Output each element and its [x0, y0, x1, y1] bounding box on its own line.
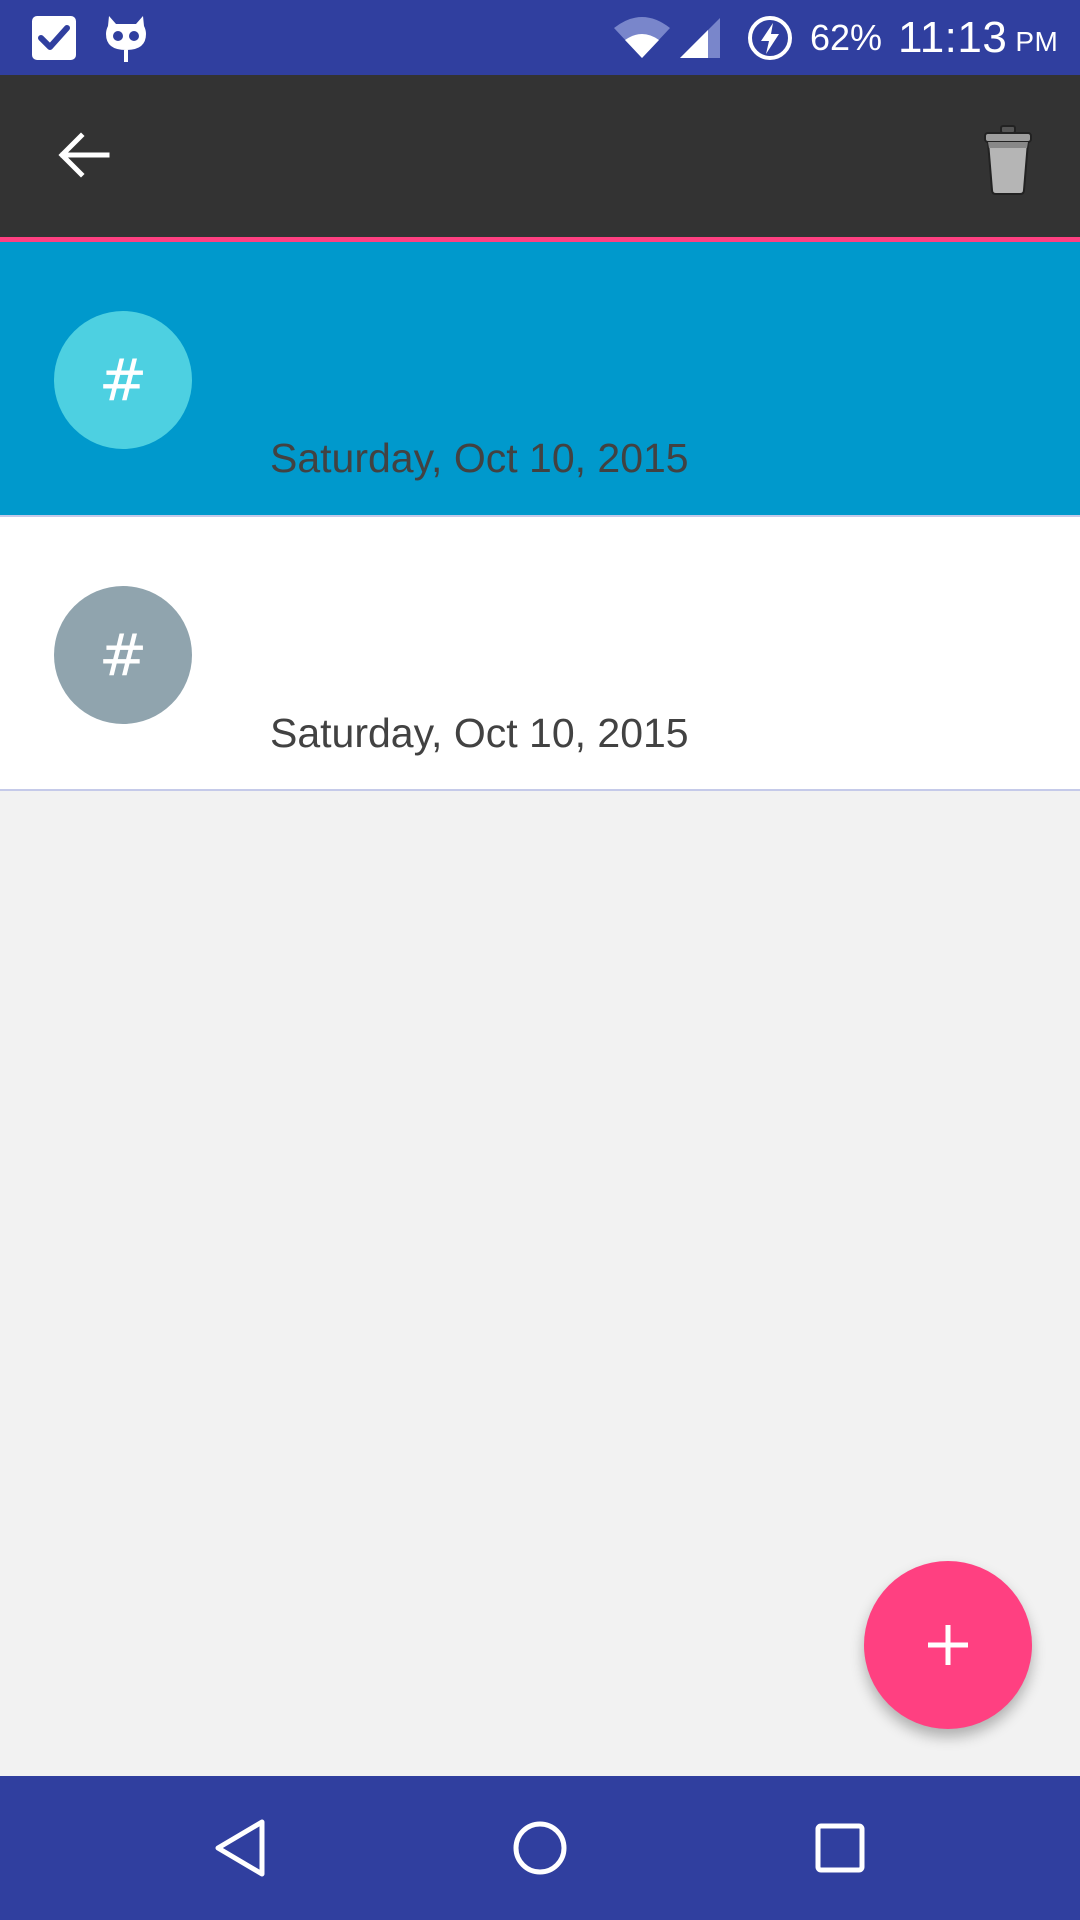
cyanogenmod-icon [104, 0, 148, 75]
nav-back-button[interactable] [170, 1776, 310, 1920]
back-button[interactable] [40, 105, 128, 205]
item-date: Saturday, Oct 10, 2015 [270, 435, 689, 481]
arrow-back-icon [58, 132, 110, 178]
battery-percent: 62% [810, 16, 883, 58]
nav-recents-button[interactable] [770, 1776, 910, 1920]
avatar: # [54, 586, 192, 724]
divider [0, 789, 1080, 791]
clock: 11:13 PM [898, 0, 1058, 75]
list-item[interactable]: # Saturday, Oct 10, 2015 [0, 517, 1080, 789]
item-date: Saturday, Oct 10, 2015 [270, 710, 689, 756]
wifi-icon [612, 0, 672, 75]
checkbox-icon [30, 0, 78, 75]
delete-button[interactable] [968, 110, 1048, 210]
toolbar [0, 75, 1080, 237]
plus-icon [928, 1625, 968, 1665]
clock-ampm: PM [1015, 25, 1059, 57]
status-bar: 62% 11:13 PM [0, 0, 1080, 75]
add-button[interactable] [864, 1561, 1032, 1729]
signal-icon [678, 0, 722, 75]
home-circle-icon [513, 1821, 567, 1875]
clock-time: 11:13 [898, 12, 1008, 62]
avatar: # [54, 311, 192, 449]
battery-charging-icon [746, 0, 794, 75]
list-item[interactable]: # Saturday, Oct 10, 2015 [0, 242, 1080, 515]
trash-icon [984, 125, 1032, 195]
navigation-bar [0, 1776, 1080, 1920]
back-triangle-icon [215, 1819, 265, 1877]
recents-square-icon [815, 1823, 865, 1873]
nav-home-button[interactable] [470, 1776, 610, 1920]
